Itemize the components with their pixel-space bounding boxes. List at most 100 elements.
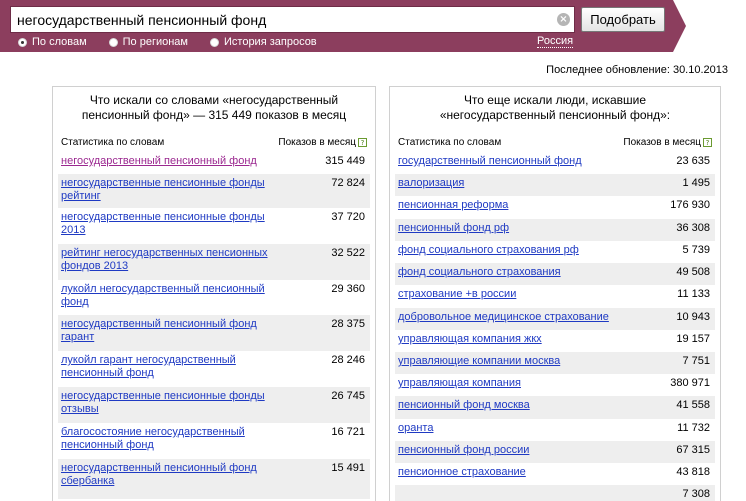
radio-query-history-label: История запросов — [224, 36, 317, 48]
table-row: добровольное медицинское страхование 10 9… — [395, 308, 715, 330]
table-row: благосостояние негосударственный пенсион… — [58, 423, 370, 459]
table-row: управляющие компании москва 7 751 — [395, 352, 715, 374]
keyword-link[interactable]: пенсионный фонд рф — [398, 222, 638, 235]
keyword-link[interactable]: фонд социального страхования рф — [398, 244, 638, 257]
table-row: негосударственные пенсионные фонды отзыв… — [58, 387, 370, 423]
help-icon[interactable]: ? — [358, 138, 367, 147]
table-row: страхование +в россии 11 133 — [395, 285, 715, 308]
table-row: лукойл негосударственный пенсионный фонд… — [58, 280, 370, 315]
keyword-link[interactable]: оранта — [398, 422, 638, 435]
table-row: 7 308 — [395, 485, 715, 501]
impressions-count: 26 745 — [331, 390, 365, 402]
search-button[interactable]: Подобрать — [581, 7, 665, 32]
impressions-count: 19 157 — [676, 333, 710, 345]
table-row: негосударственный пенсионный фонд гарант… — [58, 315, 370, 351]
column-count-label: Показов в месяц? — [623, 137, 712, 148]
related-panel-title-line1: Что еще искали люди, искавшие — [463, 93, 647, 107]
keyword-link[interactable]: рейтинг негосударственных пенсионных фон… — [61, 247, 276, 273]
search-input[interactable] — [11, 7, 551, 32]
table-row: фонд социального страхования рф 5 739 — [395, 241, 715, 263]
keyword-link[interactable]: пенсионное страхование — [398, 466, 638, 479]
last-updated-text: Последнее обновление: 30.10.2013 — [546, 64, 728, 76]
radio-by-words-label: По словам — [32, 36, 87, 48]
search-box: × — [10, 6, 575, 33]
keyword-link[interactable]: валоризация — [398, 177, 638, 190]
related-column-header: Статистика по словам Показов в месяц? — [398, 137, 712, 151]
table-row: государственный пенсионный фонд 23 635 — [395, 152, 715, 174]
table-row: управляющая компания жкх 19 157 — [395, 330, 715, 352]
radio-by-words-dot[interactable] — [18, 37, 27, 47]
keyword-link[interactable]: негосударственный пенсионный фонд гарант — [61, 318, 276, 344]
keyword-link[interactable]: негосударственный пенсионный фонд — [61, 155, 276, 168]
keyword-link[interactable]: пенсионная реформа — [398, 199, 638, 212]
impressions-count: 28 246 — [331, 354, 365, 366]
impressions-count: 32 522 — [331, 247, 365, 259]
table-row: негосударственные пенсионные фонды 2013 3… — [58, 208, 370, 244]
keyword-link[interactable]: добровольное медицинское страхование — [398, 311, 638, 324]
impressions-count: 28 375 — [331, 318, 365, 330]
keywords-panel: Что искали со словами «негосударственный… — [52, 86, 376, 501]
keyword-link[interactable]: пенсионный фонд москва — [398, 399, 638, 412]
column-keywords-label: Статистика по словам — [61, 137, 165, 148]
impressions-count: 23 635 — [676, 155, 710, 167]
column-keywords-label: Статистика по словам — [398, 137, 502, 148]
column-count-text: Показов в месяц — [623, 137, 701, 148]
keyword-link[interactable]: благосостояние негосударственный пенсион… — [61, 426, 276, 452]
keyword-link[interactable]: негосударственные пенсионные фонды отзыв… — [61, 390, 276, 416]
impressions-count: 380 971 — [670, 377, 710, 389]
keyword-link[interactable]: пенсионный фонд россии — [398, 444, 638, 457]
radio-by-regions[interactable]: По регионам — [108, 36, 188, 48]
keyword-link[interactable]: страхование +в россии — [398, 288, 638, 301]
keyword-link[interactable]: государственный пенсионный фонд — [398, 155, 638, 168]
impressions-count: 7 308 — [682, 488, 710, 500]
impressions-count: 43 818 — [676, 466, 710, 478]
keywords-table: негосударственный пенсионный фонд 315 449… — [58, 152, 370, 499]
search-header: × Подобрать По словам По регионам Истори… — [0, 0, 746, 52]
keyword-link[interactable]: управляющая компания жкх — [398, 333, 638, 346]
table-row: негосударственный пенсионный фонд 315 449 — [58, 152, 370, 174]
radio-by-words[interactable]: По словам — [18, 36, 87, 48]
keyword-link[interactable]: негосударственный пенсионный фонд сберба… — [61, 462, 276, 488]
table-row: фонд социального страхования 49 508 — [395, 263, 715, 285]
keyword-link[interactable]: негосударственные пенсионные фонды рейти… — [61, 177, 276, 203]
clear-icon[interactable]: × — [557, 13, 570, 26]
help-icon[interactable]: ? — [703, 138, 712, 147]
impressions-count: 37 720 — [331, 211, 365, 223]
search-mode-radios: По словам По регионам История запросов — [18, 35, 339, 49]
impressions-count: 7 751 — [682, 355, 710, 367]
column-count-label: Показов в месяц? — [278, 137, 367, 148]
table-row: валоризация 1 495 — [395, 174, 715, 196]
region-selector[interactable]: Россия — [537, 35, 574, 48]
table-row: пенсионный фонд рф 36 308 — [395, 219, 715, 241]
impressions-count: 15 491 — [331, 462, 365, 474]
table-row: оранта 11 732 — [395, 419, 715, 441]
keyword-link[interactable]: негосударственные пенсионные фонды 2013 — [61, 211, 276, 237]
impressions-count: 72 824 — [331, 177, 365, 189]
radio-query-history[interactable]: История запросов — [210, 36, 317, 48]
keyword-link[interactable]: фонд социального страхования — [398, 266, 638, 279]
impressions-count: 49 508 — [676, 266, 710, 278]
keyword-link[interactable]: управляющая компания — [398, 377, 638, 390]
table-row: негосударственные пенсионные фонды рейти… — [58, 174, 370, 208]
radio-query-history-dot[interactable] — [210, 37, 219, 47]
table-row: лукойл гарант негосударственный пенсионн… — [58, 351, 370, 387]
keyword-link[interactable]: управляющие компании москва — [398, 355, 638, 368]
table-row: рейтинг негосударственных пенсионных фон… — [58, 244, 370, 280]
table-row: пенсионный фонд москва 41 558 — [395, 396, 715, 419]
impressions-count: 10 943 — [676, 311, 710, 323]
radio-by-regions-label: По регионам — [122, 36, 188, 48]
related-queries-panel: Что еще искали люди, искавшие «негосудар… — [389, 86, 721, 501]
impressions-count: 29 360 — [331, 283, 365, 295]
table-row: пенсионный фонд россии 67 315 — [395, 441, 715, 463]
header-arrow — [673, 0, 686, 52]
radio-by-regions-dot[interactable] — [108, 37, 118, 47]
impressions-count: 67 315 — [676, 444, 710, 456]
keyword-link[interactable]: лукойл гарант негосударственный пенсионн… — [61, 354, 276, 380]
related-panel-title-line2: «негосударственный пенсионный фонд»: — [439, 108, 671, 122]
impressions-count: 176 930 — [670, 199, 710, 211]
related-queries-table: государственный пенсионный фонд 23 635 вал… — [395, 152, 715, 501]
impressions-count: 315 449 — [325, 155, 365, 167]
keywords-panel-title: Что искали со словами «негосударственный… — [53, 93, 375, 123]
impressions-count: 36 308 — [676, 222, 710, 234]
keyword-link[interactable]: лукойл негосударственный пенсионный фонд — [61, 283, 276, 309]
